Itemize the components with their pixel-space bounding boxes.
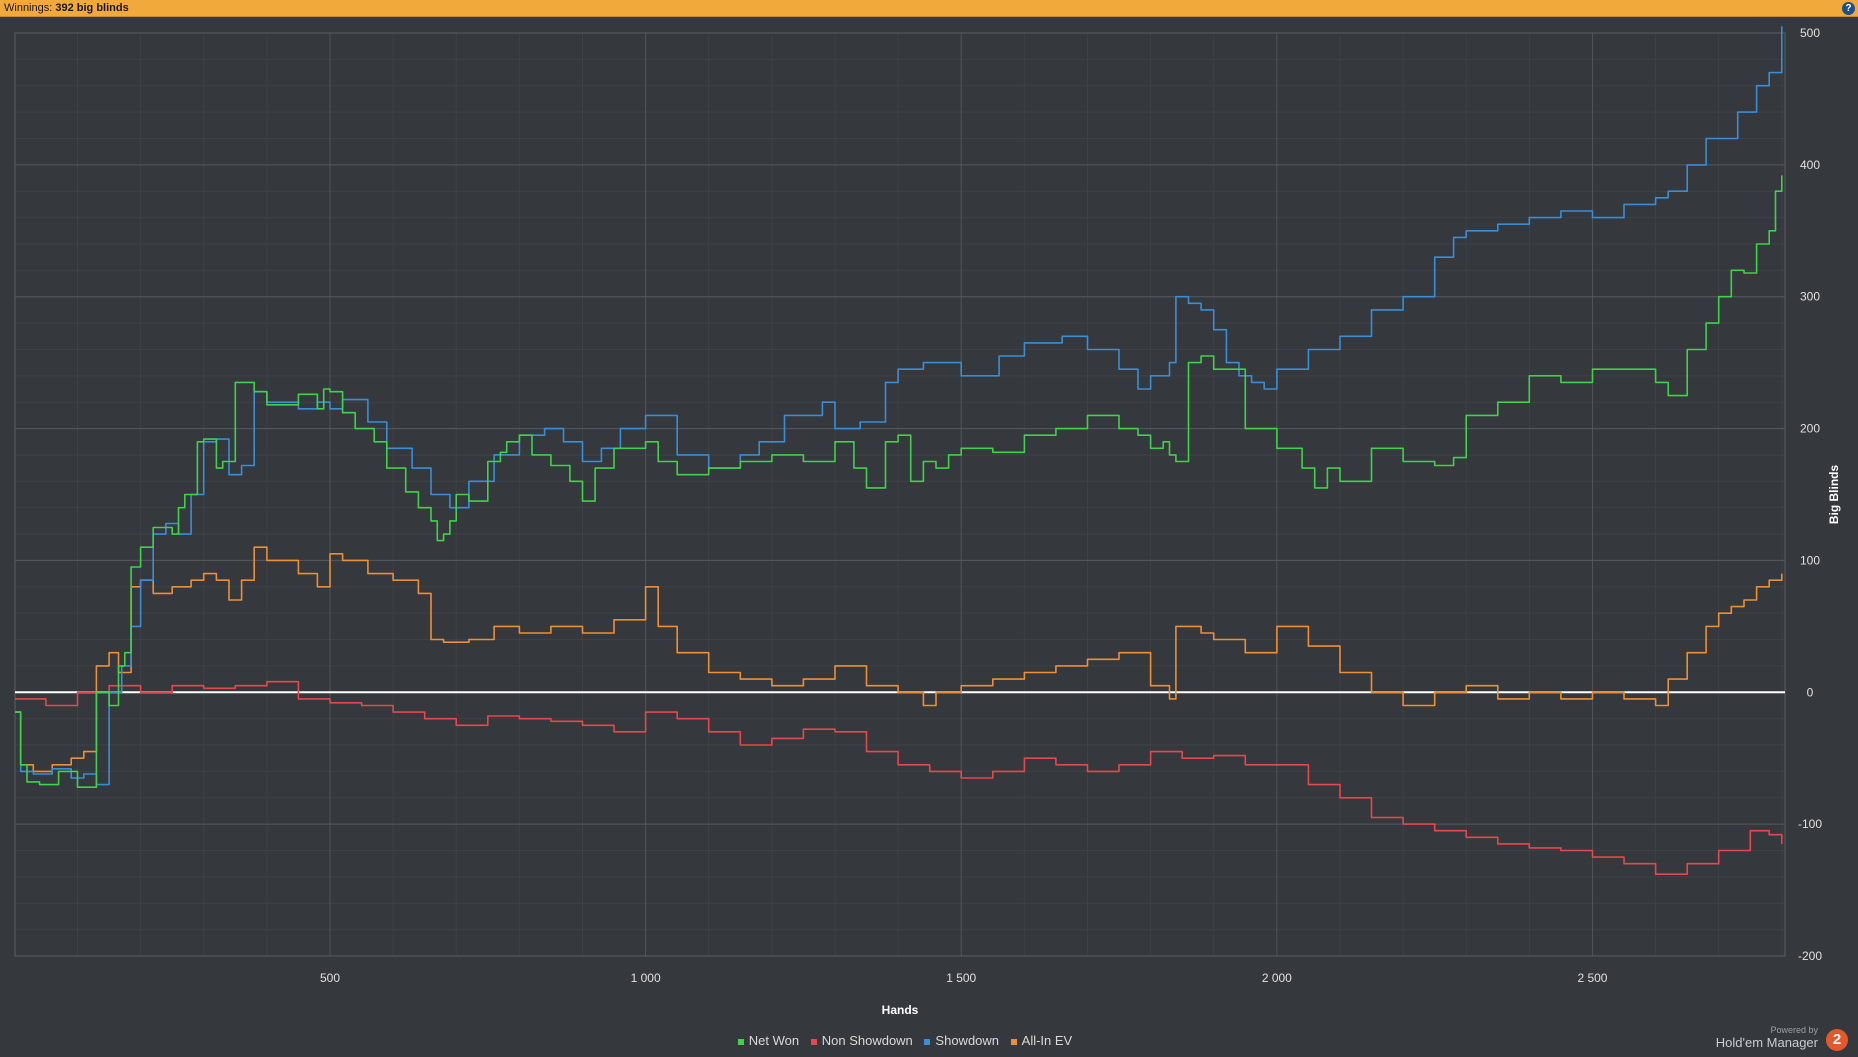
hem-logo-icon: 2 [1826, 1029, 1848, 1051]
legend-label: Non Showdown [821, 1033, 913, 1048]
help-icon[interactable]: ? [1842, 2, 1855, 15]
x-tick-label: 2 000 [1262, 971, 1292, 985]
legend-item-all-in-ev[interactable]: All-In EV [1010, 1033, 1073, 1048]
product-name: Hold'em Manager [1715, 1035, 1818, 1050]
y-axis-label: Big Blinds [1827, 465, 1841, 525]
powered-by: Powered by Hold'em Manager [1716, 1025, 1818, 1050]
y-tick-label: 0 [1807, 685, 1814, 699]
y-tick-label: 200 [1800, 422, 1820, 436]
legend-item-non-showdown[interactable]: Non Showdown [810, 1033, 913, 1048]
y-tick-label: 400 [1800, 158, 1820, 172]
x-tick-label: 1 500 [946, 971, 976, 985]
legend-label: Showdown [935, 1033, 1000, 1048]
legend: Net Won Non Showdown Showdown All-In EV [0, 1033, 1810, 1048]
y-tick-label: 500 [1800, 26, 1820, 40]
x-axis-label: Hands [882, 1003, 919, 1017]
legend-item-net-won[interactable]: Net Won [737, 1033, 800, 1048]
legend-swatch [810, 1038, 817, 1045]
x-tick-label: 1 000 [631, 971, 661, 985]
x-tick-label: 2 500 [1577, 971, 1607, 985]
winnings-value: 392 big blinds [55, 2, 129, 14]
y-tick-label: 300 [1800, 290, 1820, 304]
legend-item-showdown[interactable]: Showdown [924, 1033, 999, 1048]
legend-swatch [924, 1038, 931, 1045]
y-tick-label: -200 [1798, 949, 1822, 963]
y-tick-label: -100 [1798, 817, 1822, 831]
y-tick-label: 100 [1800, 553, 1820, 567]
legend-label: Net Won [748, 1033, 800, 1048]
grid-major [15, 32, 1785, 957]
powered-by-text: Powered by [1770, 1025, 1818, 1035]
winnings-header: Winnings: 392 big blinds ? [0, 0, 1858, 17]
x-tick-label: 500 [320, 971, 340, 985]
plot-frame [14, 32, 1786, 957]
legend-swatch [1010, 1038, 1017, 1045]
legend-label: All-In EV [1021, 1033, 1073, 1048]
y-axis: -200 -100 0 100 200 300 400 500 [1798, 26, 1822, 963]
x-axis: 500 1 000 1 500 2 000 2 500 [320, 971, 1608, 985]
winnings-chart: 500 1 000 1 500 2 000 2 500 -200 -100 0 100 200 3… [14, 26, 1841, 1017]
legend-swatch [737, 1038, 744, 1045]
grid-minor [15, 32, 1785, 957]
winnings-label: Winnings: [4, 2, 53, 14]
